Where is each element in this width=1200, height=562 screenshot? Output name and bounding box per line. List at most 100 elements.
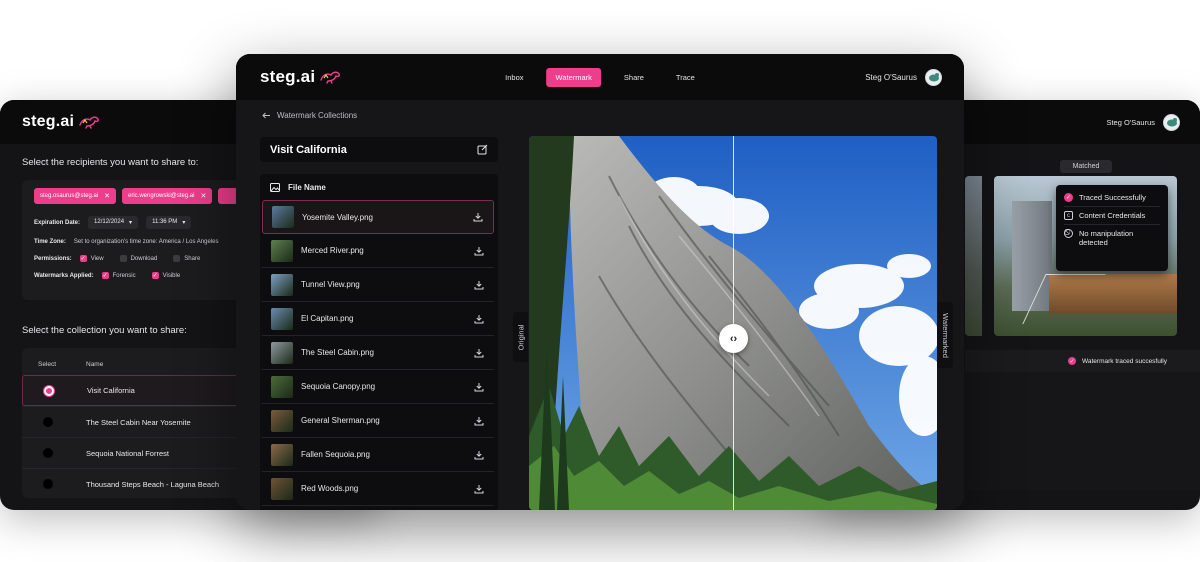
compare-divider[interactable] xyxy=(733,136,734,510)
checkbox-label: Download xyxy=(130,255,158,262)
logo[interactable]: steg.ai xyxy=(22,113,100,131)
permission-view-checkbox[interactable]: ✓ View xyxy=(79,255,104,262)
tab-share[interactable]: Share xyxy=(615,68,653,87)
user-menu[interactable]: Steg O'Saurus xyxy=(865,54,942,100)
permission-share-checkbox[interactable]: Share xyxy=(173,255,200,262)
time-picker[interactable]: 11:36 PM ▾ xyxy=(146,216,192,229)
cr-badge-icon: c xyxy=(1064,211,1073,220)
radio-button[interactable] xyxy=(22,417,86,427)
checkbox-label: View xyxy=(90,255,104,262)
file-thumbnail xyxy=(271,443,293,466)
file-thumbnail xyxy=(272,206,294,228)
file-thumbnail xyxy=(271,273,293,296)
file-row[interactable]: Red Woods.png xyxy=(262,472,494,506)
file-list-header: File Name xyxy=(260,174,498,200)
permission-download-checkbox[interactable]: Download xyxy=(119,255,158,262)
file-thumbnail xyxy=(271,375,293,398)
checkbox-icon: ✓ xyxy=(79,255,87,262)
file-name: Merced River.png xyxy=(301,246,364,255)
radio-button[interactable] xyxy=(22,448,86,458)
checkbox-icon: ✓ xyxy=(101,272,109,279)
arrow-left-icon xyxy=(262,112,270,119)
file-row[interactable]: Sequoia Canopy.png xyxy=(262,370,494,404)
dinosaur-avatar-icon xyxy=(928,73,939,82)
checkbox-icon: ✓ xyxy=(151,272,159,279)
breadcrumb[interactable]: Watermark Collections xyxy=(262,111,357,120)
file-thumbnail xyxy=(271,409,293,432)
download-icon[interactable] xyxy=(474,484,484,494)
compare-slider-handle[interactable]: ‹› xyxy=(719,324,748,353)
file-thumbnail xyxy=(271,239,293,262)
download-icon[interactable] xyxy=(474,416,484,426)
file-name: El Capitan.png xyxy=(301,314,354,323)
file-row[interactable]: El Capitan.png xyxy=(262,302,494,336)
recipient-chip[interactable]: eric.wengrowski@steg.ai ✕ xyxy=(122,188,213,204)
tab-watermark[interactable]: Watermark xyxy=(546,67,601,87)
radio-button[interactable] xyxy=(22,479,86,489)
file-row[interactable]: Tunnel View.png xyxy=(262,268,494,302)
trace-result-label: Content Credentials xyxy=(1079,211,1146,220)
file-name-header: File Name xyxy=(288,182,326,192)
recipient-chip[interactable]: steg.osaurus@steg.ai ✕ xyxy=(34,188,116,204)
file-row[interactable]: Merced River.png xyxy=(262,234,494,268)
watermarked-label-tab: Watermarked xyxy=(937,302,953,368)
dinosaur-logo-icon xyxy=(79,116,100,129)
trace-result-label: No manipulation detected xyxy=(1079,229,1134,247)
original-label: Original xyxy=(516,324,525,350)
avatar[interactable] xyxy=(1163,113,1180,131)
timezone-label: Time Zone: xyxy=(34,239,66,245)
remove-icon[interactable]: ✕ xyxy=(200,192,206,200)
trace-result-label: Traced Successfully xyxy=(1079,193,1146,202)
download-icon[interactable] xyxy=(474,450,484,460)
file-name: General Sherman.png xyxy=(301,416,380,425)
recipient-email: steg.osaurus@steg.ai xyxy=(40,193,99,199)
trace-result-item: ⃠ No manipulation detected xyxy=(1064,225,1160,251)
watermark-forensic-checkbox[interactable]: ✓ Forensic xyxy=(101,272,136,279)
download-icon[interactable] xyxy=(474,246,484,256)
user-menu[interactable]: Steg O'Saurus xyxy=(1106,100,1180,144)
logo[interactable]: steg.ai xyxy=(260,67,341,87)
checkbox-label: Visible xyxy=(162,272,181,279)
file-name: Sequoia Canopy.png xyxy=(301,382,376,391)
edit-icon[interactable] xyxy=(477,144,488,155)
avatar[interactable] xyxy=(925,68,942,86)
timezone-value: Set to organization's time zone: America… xyxy=(73,239,219,245)
file-row[interactable]: The Steel Cabin.png xyxy=(262,336,494,370)
file-thumbnail xyxy=(271,341,293,364)
download-icon[interactable] xyxy=(474,314,484,324)
download-icon[interactable] xyxy=(473,212,483,222)
checkbox-icon xyxy=(119,255,127,262)
file-row[interactable]: Yosemite Valley.png xyxy=(262,200,494,234)
remove-icon[interactable]: ✕ xyxy=(104,192,110,200)
image-compare-viewer[interactable]: ‹› xyxy=(529,136,937,510)
dinosaur-logo-icon xyxy=(320,71,341,84)
main-nav: Inbox Watermark Share Trace xyxy=(496,54,704,100)
download-icon[interactable] xyxy=(474,348,484,358)
radio-button[interactable] xyxy=(23,385,87,396)
chevron-down-icon: ▾ xyxy=(129,220,133,226)
file-thumbnail xyxy=(271,477,293,500)
collection-title: Visit California xyxy=(270,143,347,156)
file-name: The Steel Cabin.png xyxy=(301,348,374,357)
download-icon[interactable] xyxy=(474,280,484,290)
recipient-email: eric.wengrowski@steg.ai xyxy=(128,193,195,199)
tab-trace[interactable]: Trace xyxy=(667,68,704,87)
trace-result-item: c Content Credentials xyxy=(1064,207,1160,225)
chevron-down-icon: ▾ xyxy=(182,220,186,226)
permissions-label: Permissions: xyxy=(34,255,72,262)
collection-name: Visit California xyxy=(87,386,135,395)
expiration-label: Expiration Date: xyxy=(34,219,81,226)
collection-name: The Steel Cabin Near Yosemite xyxy=(86,417,191,427)
file-row[interactable]: Fallen Sequoia.png xyxy=(262,438,494,472)
trace-details-panel xyxy=(965,372,1200,490)
file-row[interactable]: General Sherman.png xyxy=(262,404,494,438)
check-circle-icon: ✓ xyxy=(1067,357,1076,365)
download-icon[interactable] xyxy=(474,382,484,392)
watermark-visible-checkbox[interactable]: ✓ Visible xyxy=(151,272,181,279)
tab-inbox[interactable]: Inbox xyxy=(496,68,532,87)
date-value: 12/12/2024 xyxy=(94,219,125,225)
original-image-thumbnail xyxy=(965,176,982,336)
trace-status-bar: ✓ Watermark traced succesfully xyxy=(965,350,1200,372)
date-picker[interactable]: 12/12/2024 ▾ xyxy=(88,216,139,229)
check-circle-icon: ✓ xyxy=(1064,193,1073,202)
